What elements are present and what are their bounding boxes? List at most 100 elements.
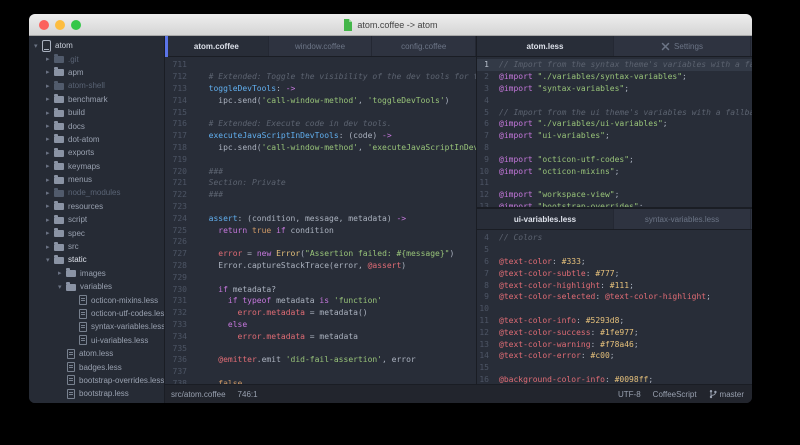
file-tree[interactable]: ▾atom▸.git▸apm▸atom-shell▸benchmark▸buil… — [29, 36, 165, 403]
tree-item-build[interactable]: ▸build — [29, 106, 164, 119]
chevron-right-icon[interactable]: ▸ — [46, 55, 54, 63]
code-line-10[interactable]: 10 — [477, 303, 752, 315]
editor-pane-right-top[interactable]: atom.lessSettings 1// Import from the sy… — [477, 36, 752, 207]
code-line-730[interactable]: 730 if metadata? — [165, 283, 476, 295]
tree-item-syntax-variables-less[interactable]: syntax-variables.less — [29, 320, 164, 333]
code-line-13[interactable]: 13@text-color-warning: #f78a46; — [477, 338, 752, 350]
chevron-right-icon[interactable]: ▸ — [46, 109, 54, 117]
code-line-716[interactable]: 716 # Extended: Execute code in dev tool… — [165, 118, 476, 130]
code-line-732[interactable]: 732 error.metadata = metadata() — [165, 307, 476, 319]
status-encoding[interactable]: UTF-8 — [618, 390, 641, 399]
code-line-711[interactable]: 711 — [165, 59, 476, 71]
tab-ui-variables-less[interactable]: ui-variables.less — [477, 209, 614, 229]
tree-item-src[interactable]: ▸src — [29, 240, 164, 253]
chevron-down-icon[interactable]: ▾ — [46, 256, 54, 264]
tree-item-ui-variables-less[interactable]: ui-variables.less — [29, 334, 164, 347]
editor-pane-right-bottom[interactable]: ui-variables.lesssyntax-variables.less 4… — [477, 209, 752, 384]
code-line-723[interactable]: 723 — [165, 201, 476, 213]
chevron-down-icon[interactable]: ▾ — [58, 283, 66, 291]
tree-item-bootstrap-less[interactable]: bootstrap.less — [29, 387, 164, 400]
code-line-724[interactable]: 724 assert: (condition, message, metadat… — [165, 212, 476, 224]
chevron-right-icon[interactable]: ▸ — [58, 269, 66, 277]
code-line-725[interactable]: 725 return true if condition — [165, 224, 476, 236]
tree-item-resources[interactable]: ▸resources — [29, 200, 164, 213]
code-line-4[interactable]: 4// Colors — [477, 232, 752, 244]
tab-syntax-variables-less[interactable]: syntax-variables.less — [614, 209, 751, 229]
code-line-8[interactable]: 8 — [477, 142, 752, 154]
traffic-light-minimize[interactable] — [55, 20, 65, 30]
tab-settings[interactable]: Settings — [614, 36, 751, 56]
chevron-right-icon[interactable]: ▸ — [46, 216, 54, 224]
code-line-719[interactable]: 719 — [165, 153, 476, 165]
code-line-717[interactable]: 717 executeJavaScriptInDevTools: (code) … — [165, 130, 476, 142]
tree-item-atom-shell[interactable]: ▸atom-shell — [29, 79, 164, 92]
chevron-right-icon[interactable]: ▸ — [46, 82, 54, 90]
tab-config-coffee[interactable]: config.coffee — [372, 36, 476, 56]
tree-item-keymaps[interactable]: ▸keymaps — [29, 160, 164, 173]
tree-item-script[interactable]: ▸script — [29, 213, 164, 226]
tree-item-images[interactable]: ▸images — [29, 267, 164, 280]
code-line-1[interactable]: 1// Import from the syntax theme's varia… — [477, 59, 752, 71]
code-line-2[interactable]: 2@import "./variables/syntax-variables"; — [477, 71, 752, 83]
tree-item-badges-less[interactable]: badges.less — [29, 360, 164, 373]
tab-window-coffee[interactable]: window.coffee — [269, 36, 373, 56]
code-line-10[interactable]: 10@import "octicon-mixins"; — [477, 165, 752, 177]
code-line-727[interactable]: 727 error = new Error("Assertion failed:… — [165, 248, 476, 260]
chevron-right-icon[interactable]: ▸ — [46, 135, 54, 143]
code-line-734[interactable]: 734 error.metadata = metadata — [165, 330, 476, 342]
code-line-16[interactable]: 16@background-color-info: #0098ff; — [477, 374, 752, 384]
code-line-6[interactable]: 6@text-color: #333; — [477, 256, 752, 268]
chevron-right-icon[interactable]: ▸ — [46, 202, 54, 210]
tree-item-bootstrap-overrides-less[interactable]: bootstrap-overrides.less — [29, 374, 164, 387]
code-line-12[interactable]: 12@import "workspace-view"; — [477, 189, 752, 201]
chevron-down-icon[interactable]: ▾ — [34, 42, 42, 50]
code-line-736[interactable]: 736 @emitter.emit 'did-fail-assertion', … — [165, 354, 476, 366]
tree-item-dot-atom[interactable]: ▸dot-atom — [29, 133, 164, 146]
tab-atom-less[interactable]: atom.less — [477, 36, 614, 56]
chevron-right-icon[interactable]: ▸ — [46, 149, 54, 157]
code-line-726[interactable]: 726 — [165, 236, 476, 248]
tree-item-apm[interactable]: ▸apm — [29, 66, 164, 79]
code-line-9[interactable]: 9@text-color-selected: @text-color-highl… — [477, 291, 752, 303]
editor-pane-center[interactable]: atom.coffeewindow.coffeeconfig.coffee 71… — [165, 36, 477, 384]
code-line-15[interactable]: 15 — [477, 362, 752, 374]
tree-item-exports[interactable]: ▸exports — [29, 146, 164, 159]
code-line-737[interactable]: 737 — [165, 366, 476, 378]
code-line-715[interactable]: 715 — [165, 106, 476, 118]
tree-item-benchmark[interactable]: ▸benchmark — [29, 93, 164, 106]
code-line-11[interactable]: 11@text-color-info: #5293d8; — [477, 315, 752, 327]
tree-item-atom[interactable]: ▾atom — [29, 39, 164, 52]
chevron-right-icon[interactable]: ▸ — [46, 243, 54, 251]
code-line-714[interactable]: 714 ipc.send('call-window-method', 'togg… — [165, 94, 476, 106]
status-git-branch[interactable]: master — [709, 389, 744, 399]
code-line-11[interactable]: 11 — [477, 177, 752, 189]
tree-item-atom-less[interactable]: atom.less — [29, 347, 164, 360]
traffic-light-close[interactable] — [39, 20, 49, 30]
code-line-4[interactable]: 4 — [477, 94, 752, 106]
code-editor-atom-less[interactable]: 1// Import from the syntax theme's varia… — [477, 57, 752, 207]
tree-item-node-modules[interactable]: ▸node_modules — [29, 186, 164, 199]
code-line-6[interactable]: 6@import "./variables/ui-variables"; — [477, 118, 752, 130]
code-line-729[interactable]: 729 — [165, 271, 476, 283]
code-editor-atom-coffee[interactable]: 711712 # Extended: Toggle the visibility… — [165, 57, 476, 384]
tree-item-spec[interactable]: ▸spec — [29, 226, 164, 239]
code-line-9[interactable]: 9@import "octicon-utf-codes"; — [477, 153, 752, 165]
tree-item-octicon-utf-codes-less[interactable]: octicon-utf-codes.less — [29, 307, 164, 320]
code-line-8[interactable]: 8@text-color-highlight: #111; — [477, 279, 752, 291]
code-line-713[interactable]: 713 toggleDevTools: -> — [165, 83, 476, 95]
code-line-7[interactable]: 7@import "ui-variables"; — [477, 130, 752, 142]
code-editor-ui-variables-less[interactable]: 4// Colors56@text-color: #333;7@text-col… — [477, 230, 752, 384]
tree-item-git[interactable]: ▸.git — [29, 52, 164, 65]
code-line-731[interactable]: 731 if typeof metadata is 'function' — [165, 295, 476, 307]
code-line-3[interactable]: 3@import "syntax-variables"; — [477, 83, 752, 95]
title-bar[interactable]: atom.coffee -> atom — [29, 14, 752, 36]
tree-item-octicon-mixins-less[interactable]: octicon-mixins.less — [29, 293, 164, 306]
traffic-light-zoom[interactable] — [71, 20, 81, 30]
tab-atom-coffee[interactable]: atom.coffee — [165, 36, 269, 56]
code-line-720[interactable]: 720 ### — [165, 165, 476, 177]
code-line-718[interactable]: 718 ipc.send('call-window-method', 'exec… — [165, 142, 476, 154]
tree-item-static[interactable]: ▾static — [29, 253, 164, 266]
chevron-right-icon[interactable]: ▸ — [46, 162, 54, 170]
chevron-right-icon[interactable]: ▸ — [46, 95, 54, 103]
code-line-5[interactable]: 5 — [477, 244, 752, 256]
